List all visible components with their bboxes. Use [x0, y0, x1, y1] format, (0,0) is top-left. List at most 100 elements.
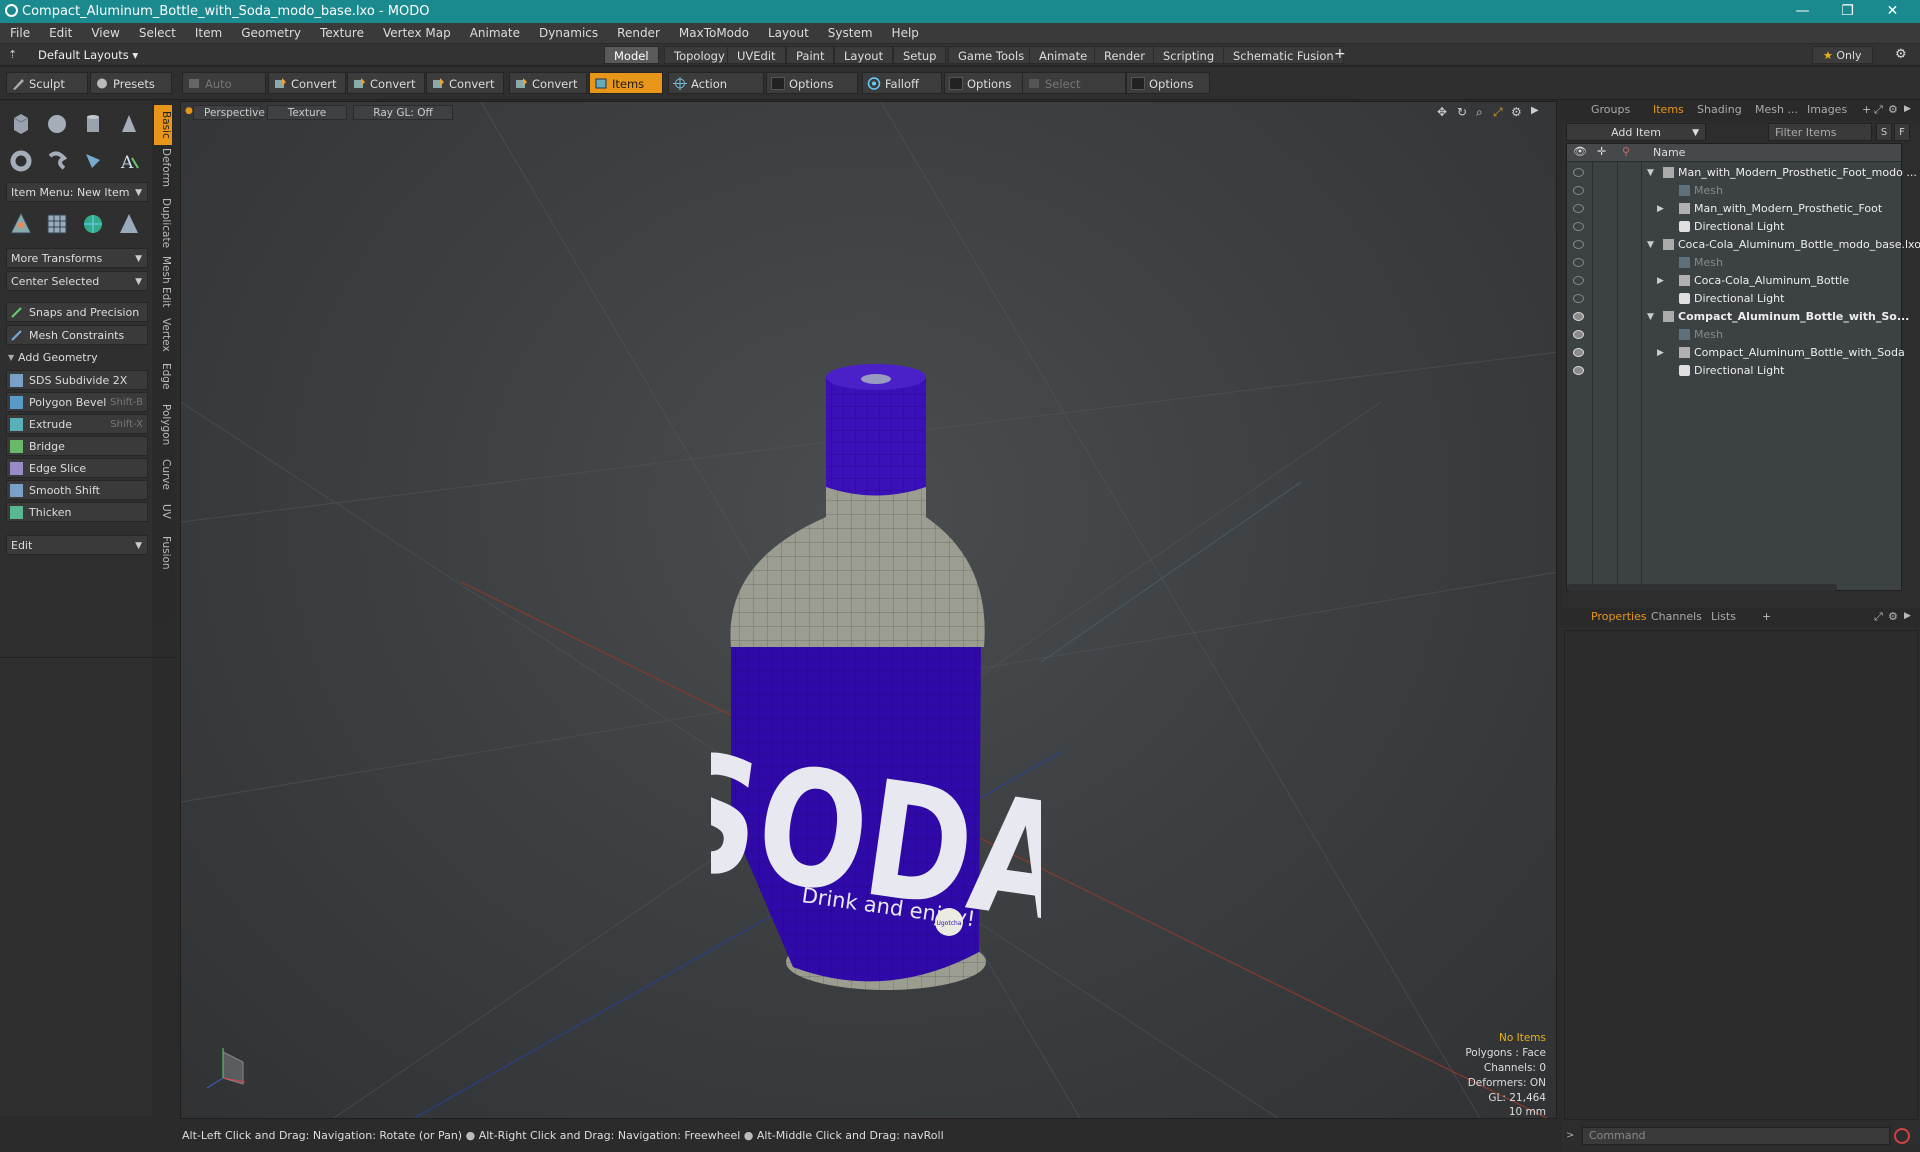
menu-layout[interactable]: Layout	[758, 26, 818, 40]
visibility-eye-icon[interactable]	[1573, 240, 1584, 249]
item-row[interactable]: ▶ Compact_Aluminum_Bottle_with_Soda	[1567, 344, 1905, 362]
menu-file[interactable]: File	[0, 26, 39, 40]
menu-render[interactable]: Render	[607, 26, 669, 40]
viewport-expand-icon[interactable]: ▶	[1531, 105, 1539, 116]
rotate-icon[interactable]: ↻	[1457, 105, 1467, 119]
zoom-icon[interactable]: ⌕	[1476, 105, 1483, 120]
restore-button[interactable]: ❐	[1825, 0, 1870, 23]
cylinder-primitive-icon[interactable]	[78, 109, 108, 139]
name-column-header[interactable]: Name	[1653, 146, 1685, 159]
3d-viewport[interactable]: Perspective Texture Ray GL: Off ● ✥ ↻ ⌕ …	[180, 101, 1557, 1119]
item-row[interactable]: ▶ Man_with_Modern_Prosthetic_Foot	[1567, 200, 1901, 218]
cone-primitive-icon[interactable]	[114, 109, 144, 139]
tab-lists[interactable]: Lists	[1704, 608, 1743, 626]
expand-toggle-icon[interactable]: ▶	[1657, 200, 1664, 218]
options-button-3[interactable]: Options	[1126, 72, 1210, 94]
tab-setup[interactable]: Setup	[893, 46, 947, 64]
tab-schematic-fusion[interactable]: Schematic Fusion	[1223, 46, 1344, 64]
properties-gear-icon[interactable]: ⚙	[1888, 610, 1898, 623]
item-row[interactable]: Directional Light	[1567, 218, 1901, 236]
vtab-vertex[interactable]: Vertex	[154, 315, 172, 355]
extrude-button[interactable]: Extrude Shift-X	[6, 414, 148, 434]
auto-select-button[interactable]: Auto Select	[182, 72, 266, 113]
menu-edit[interactable]: Edit	[39, 26, 81, 40]
vtab-polygon[interactable]: Polygon	[154, 401, 172, 449]
tab-channels[interactable]: Channels	[1644, 608, 1709, 626]
item-menu-dropdown[interactable]: Item Menu: New Item ▼	[6, 182, 148, 202]
close-button[interactable]: ✕	[1870, 0, 1915, 23]
menu-animate[interactable]: Animate	[460, 26, 529, 40]
viewport-menu-icon[interactable]: ●	[185, 106, 193, 116]
menu-view[interactable]: View	[81, 26, 128, 40]
texture-button[interactable]: Texture	[267, 105, 347, 120]
vtab-curve[interactable]: Curve	[154, 455, 172, 493]
sphere-primitive-icon[interactable]	[42, 109, 72, 139]
vtab-duplicate[interactable]: Duplicate	[154, 195, 172, 251]
add-item-button[interactable]: Add Item ▼	[1566, 123, 1706, 141]
expand-toggle-icon[interactable]: ▶	[1657, 272, 1664, 290]
panel-menu-icon[interactable]: ▶	[1904, 104, 1911, 114]
layout-selector[interactable]: Default Layouts ▾	[38, 48, 138, 62]
polygon-bevel-button[interactable]: Polygon Bevel Shift-B	[6, 392, 148, 412]
item-row[interactable]: ▼ Man_with_Modern_Prosthetic_Foot_modo ..…	[1567, 164, 1917, 182]
tab-shading[interactable]: Shading	[1690, 101, 1749, 119]
convert-button-1[interactable]: Convert	[268, 72, 346, 94]
visibility-eye-icon[interactable]	[1573, 312, 1584, 321]
tab-model[interactable]: Model	[604, 46, 659, 64]
snaps-precision-button[interactable]: Snaps and Precision	[6, 302, 148, 322]
tab-animate[interactable]: Animate	[1029, 46, 1098, 64]
expand-toggle-icon[interactable]: ▼	[1647, 236, 1654, 254]
presets-button[interactable]: Presets F6	[90, 72, 172, 113]
sculpt-button[interactable]: Sculpt	[6, 72, 88, 94]
vtab-deform[interactable]: Deform	[154, 147, 172, 189]
pan-icon[interactable]: ✥	[1437, 105, 1447, 119]
bridge-button[interactable]: Bridge	[6, 436, 148, 456]
menu-help[interactable]: Help	[882, 26, 928, 40]
visibility-eye-icon[interactable]	[1573, 366, 1584, 375]
command-input[interactable]: Command	[1582, 1127, 1890, 1145]
menu-maxtomodo[interactable]: MaxToModo	[669, 26, 758, 40]
select-through-button[interactable]: Select Through	[1022, 72, 1126, 113]
properties-add-icon[interactable]: +	[1762, 610, 1771, 623]
vtab-basic[interactable]: Basic	[154, 105, 172, 145]
expand-toggle-icon[interactable]: ▶	[1657, 344, 1664, 362]
menu-item[interactable]: Item	[185, 26, 231, 40]
visibility-eye-icon[interactable]	[1573, 330, 1584, 339]
item-row[interactable]: Mesh	[1567, 182, 1901, 200]
options-button-2[interactable]: Options	[944, 72, 1024, 94]
perspective-button[interactable]: Perspective	[193, 105, 265, 120]
edit-dropdown[interactable]: Edit ▼	[6, 535, 148, 555]
pen-tool-icon[interactable]	[78, 146, 108, 176]
tab-render[interactable]: Render	[1094, 46, 1155, 64]
menu-dynamics[interactable]: Dynamics	[529, 26, 607, 40]
tab-images[interactable]: Images	[1800, 101, 1854, 119]
edge-slice-button[interactable]: Edge Slice	[6, 458, 148, 478]
item-row[interactable]: ▼ Coca-Cola_Aluminum_Bottle_modo_base.lxo	[1567, 236, 1920, 254]
tab-scripting[interactable]: Scripting	[1153, 46, 1225, 64]
text-tool-icon[interactable]: A	[114, 146, 144, 176]
raygl-button[interactable]: Ray GL: Off	[353, 105, 453, 120]
minimize-button[interactable]: —	[1780, 0, 1825, 23]
cube-primitive-icon[interactable]	[6, 109, 36, 139]
panel-add-icon[interactable]: +	[1862, 103, 1871, 116]
panel-gear-icon[interactable]: ⚙	[1888, 103, 1898, 116]
grid-icon[interactable]	[42, 209, 72, 239]
convert-button-4[interactable]: Convert	[509, 72, 587, 94]
torus-primitive-icon[interactable]	[6, 146, 36, 176]
gear-icon[interactable]: ⚙	[1895, 47, 1907, 62]
item-row[interactable]: Mesh	[1567, 326, 1901, 344]
menu-select[interactable]: Select	[129, 26, 185, 40]
transform-icon[interactable]	[6, 209, 36, 239]
visibility-eye-icon[interactable]	[1573, 204, 1584, 213]
thicken-button[interactable]: Thicken	[6, 502, 148, 522]
add-geometry-header[interactable]: ▼ Add Geometry	[6, 348, 148, 368]
options-button-1[interactable]: Options	[766, 72, 858, 94]
maximize-icon[interactable]: ⤢	[1493, 105, 1503, 120]
filter-items-input[interactable]: Filter Items	[1768, 123, 1872, 141]
visibility-eye-icon[interactable]	[1573, 222, 1584, 231]
visibility-eye-icon[interactable]	[1573, 168, 1584, 177]
visibility-eye-icon[interactable]	[1573, 294, 1584, 303]
only-toggle[interactable]: ★ Only	[1812, 46, 1873, 64]
action-center-button[interactable]: Action Center	[668, 72, 764, 113]
properties-expand-icon[interactable]: ⤢	[1874, 610, 1883, 624]
